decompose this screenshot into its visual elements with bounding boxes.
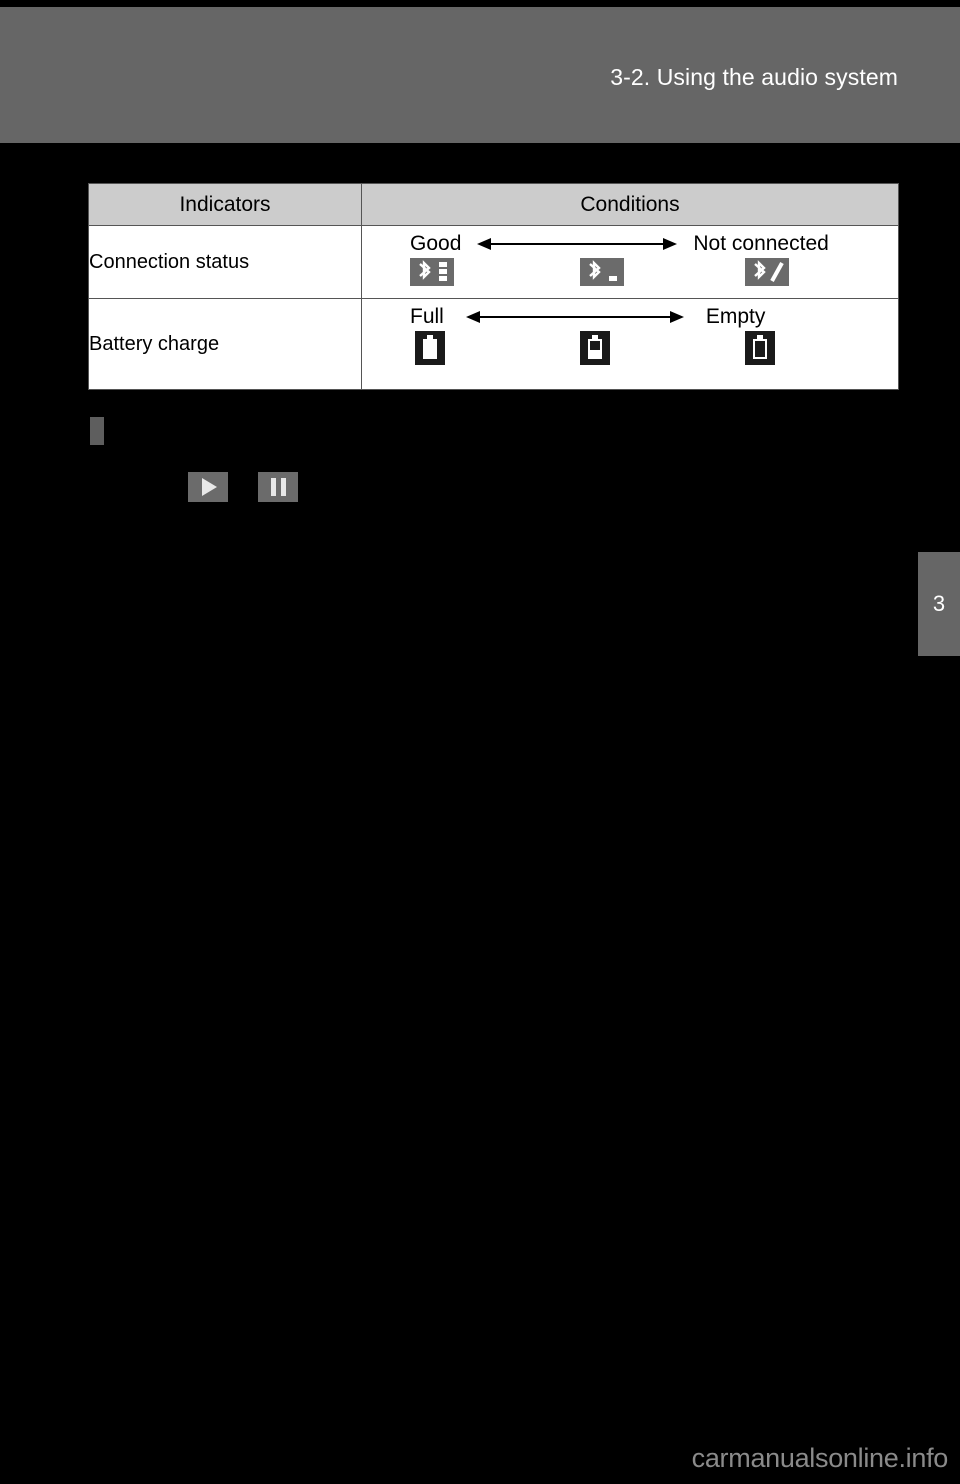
page-header-title: 3-2. Using the audio system bbox=[610, 64, 898, 90]
column-header-conditions: Conditions bbox=[361, 183, 899, 226]
battery-fill bbox=[425, 341, 435, 357]
battery-body bbox=[753, 339, 767, 359]
battery-body bbox=[588, 339, 602, 359]
bluetooth-glyph-icon bbox=[589, 260, 601, 280]
bluetooth-not-connected-icon bbox=[745, 258, 789, 291]
pause-button[interactable] bbox=[258, 472, 298, 502]
play-button[interactable] bbox=[188, 472, 228, 502]
bluetooth-glyph-icon bbox=[419, 260, 431, 280]
pause-icon bbox=[270, 478, 286, 496]
row-label-connection-status: Connection status bbox=[88, 225, 362, 299]
battery-empty-icon bbox=[745, 331, 775, 370]
column-header-indicators: Indicators bbox=[88, 183, 362, 226]
signal-bars bbox=[609, 262, 617, 282]
row-conditions-battery-charge: Full Empty bbox=[361, 298, 899, 390]
chapter-tab-number: 3 bbox=[932, 591, 946, 616]
condition-label-left-full: Full bbox=[410, 305, 444, 328]
battery-full-icon bbox=[415, 331, 445, 370]
table-row: Connection status Good Not connected bbox=[88, 225, 899, 299]
bluetooth-glyph-icon bbox=[754, 260, 766, 280]
condition-label-right-not-connected: Not connected bbox=[693, 232, 829, 255]
table-row: Battery charge Full Empty bbox=[88, 298, 899, 390]
chapter-tab: 3 bbox=[918, 552, 960, 656]
bluetooth-signal-strong-icon bbox=[410, 258, 454, 291]
conditions-wrapper: Full Empty bbox=[362, 299, 898, 389]
double-headed-arrow-icon bbox=[477, 236, 678, 252]
conditions-labels-row: Good Not connected bbox=[362, 226, 898, 256]
battery-charge-icon-row bbox=[362, 331, 898, 371]
section-marker bbox=[90, 417, 104, 445]
battery-body bbox=[423, 339, 437, 359]
conditions-labels-row: Full Empty bbox=[362, 299, 898, 329]
slash-overlay-icon bbox=[770, 262, 784, 282]
condition-label-right-empty: Empty bbox=[705, 305, 766, 328]
signal-bars bbox=[439, 262, 447, 282]
transport-button-row bbox=[188, 472, 298, 502]
conditions-wrapper: Good Not connected bbox=[362, 226, 898, 298]
play-icon bbox=[202, 478, 217, 496]
indicators-conditions-table: Indicators Conditions Connection status … bbox=[88, 183, 899, 390]
double-headed-arrow-icon bbox=[465, 309, 684, 325]
condition-label-left-good: Good bbox=[410, 232, 462, 255]
site-watermark: carmanualsonline.info bbox=[691, 1443, 949, 1473]
battery-half-icon bbox=[580, 331, 610, 370]
connection-status-icon-row bbox=[362, 258, 898, 298]
page-header-band: 3-2. Using the audio system bbox=[0, 7, 960, 143]
table-header-row: Indicators Conditions bbox=[88, 183, 899, 226]
row-label-battery-charge: Battery charge bbox=[88, 298, 362, 390]
battery-fill bbox=[590, 349, 600, 357]
bluetooth-signal-weak-icon bbox=[580, 258, 624, 291]
row-conditions-connection-status: Good Not connected bbox=[361, 225, 899, 299]
